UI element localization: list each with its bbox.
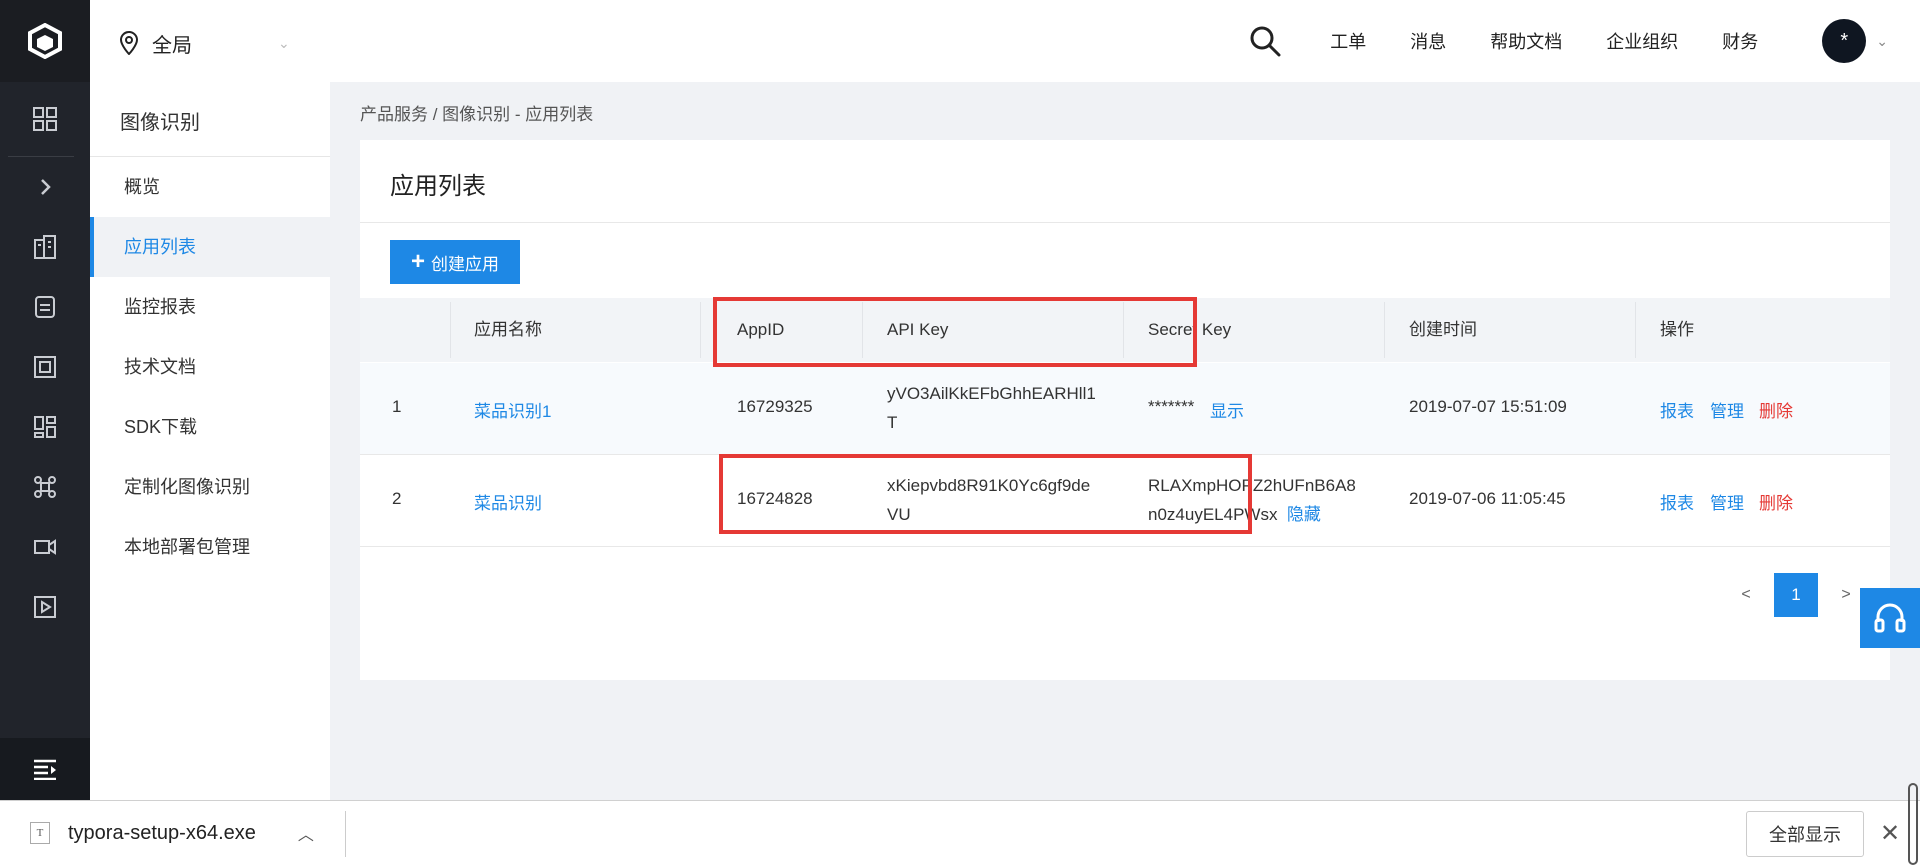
app-list-card: 应用列表 + 创建应用 应用名称 AppID API Key Secret Ke… <box>360 140 1890 680</box>
chevron-down-icon[interactable]: ⌄ <box>1876 33 1888 50</box>
scrollbar[interactable] <box>1908 783 1918 865</box>
show-secret-link[interactable]: 显示 <box>1210 397 1244 422</box>
divider <box>700 302 701 358</box>
column-header-name: 应用名称 <box>474 320 542 339</box>
manage-link[interactable]: 管理 <box>1710 489 1744 514</box>
grid-apps-icon[interactable] <box>30 104 60 134</box>
report-link[interactable]: 报表 <box>1660 397 1694 422</box>
nav-finance[interactable]: 财务 <box>1722 28 1758 54</box>
divider <box>360 222 1890 223</box>
prev-page-button[interactable]: < <box>1732 586 1760 604</box>
divider <box>1635 302 1636 358</box>
delete-link[interactable]: 删除 <box>1759 397 1793 422</box>
column-header-created: 创建时间 <box>1409 320 1477 339</box>
app-name-link[interactable]: 菜品识别 <box>474 489 542 514</box>
table-row: 1 菜品识别1 16729325 yVO3AilKkEFbGhhEARHll1T… <box>360 363 1890 455</box>
row-index: 2 <box>392 489 402 508</box>
row-index: 1 <box>392 397 402 416</box>
api-key: yVO3AilKkEFbGhhEARHll1T <box>887 384 1096 432</box>
hide-secret-link[interactable]: 隐藏 <box>1287 505 1321 524</box>
dashboard-icon[interactable] <box>30 412 60 442</box>
sidebar-item-monitoring[interactable]: 监控报表 <box>90 277 330 337</box>
page-title: 应用列表 <box>390 173 486 200</box>
database-icon[interactable] <box>30 292 60 322</box>
sidebar-title: 图像识别 <box>120 112 200 134</box>
collapse-menu-icon[interactable] <box>0 738 90 800</box>
customer-service-button[interactable] <box>1860 588 1920 648</box>
file-icon: T <box>30 822 50 844</box>
region-selector[interactable]: 全局 ⌄ <box>120 28 290 58</box>
page-number-current[interactable]: 1 <box>1774 573 1818 617</box>
create-app-button[interactable]: + 创建应用 <box>390 240 520 284</box>
building-icon[interactable] <box>30 232 60 262</box>
sidebar-item-sdk-download[interactable]: SDK下载 <box>90 397 330 457</box>
search-icon[interactable] <box>1248 24 1282 58</box>
create-app-label: 创建应用 <box>431 254 499 274</box>
frame-icon[interactable] <box>30 352 60 382</box>
sidebar-item-overview[interactable]: 概览 <box>90 157 330 217</box>
created-time: 2019-07-07 15:51:09 <box>1409 397 1567 416</box>
divider <box>450 302 451 358</box>
secret-key-masked: ******* <box>1148 397 1195 416</box>
expand-chevron-icon[interactable] <box>30 172 60 202</box>
avatar[interactable]: * <box>1822 19 1867 63</box>
download-item[interactable]: T typora-setup-x64.exe ︿ <box>30 821 314 845</box>
delete-link[interactable]: 删除 <box>1759 489 1793 514</box>
play-box-icon[interactable] <box>30 592 60 622</box>
command-icon[interactable] <box>30 472 60 502</box>
highlight-box-header <box>713 297 1197 367</box>
nav-ticket[interactable]: 工单 <box>1330 28 1366 54</box>
chevron-down-icon: ⌄ <box>278 34 290 51</box>
pagination: < 1 > <box>1732 573 1860 617</box>
divider <box>345 811 346 857</box>
product-sidebar: 图像识别 概览 应用列表 监控报表 技术文档 SDK下载 定制化图像识别 本地部… <box>90 82 330 800</box>
sidebar-item-custom-recognition[interactable]: 定制化图像识别 <box>90 457 330 517</box>
icon-sidebar <box>0 82 90 800</box>
report-link[interactable]: 报表 <box>1660 489 1694 514</box>
app-id: 16729325 <box>737 397 813 416</box>
sidebar-item-local-deploy[interactable]: 本地部署包管理 <box>90 517 330 577</box>
region-label: 全局 <box>152 34 192 57</box>
show-all-downloads-button[interactable]: 全部显示 <box>1746 811 1864 857</box>
nav-messages[interactable]: 消息 <box>1410 28 1446 54</box>
manage-link[interactable]: 管理 <box>1710 397 1744 422</box>
plus-icon: + <box>410 248 425 275</box>
breadcrumb: 产品服务 / 图像识别 - 应用列表 <box>360 105 594 124</box>
next-page-button[interactable]: > <box>1832 586 1860 604</box>
app-name-link[interactable]: 菜品识别1 <box>474 397 551 422</box>
created-time: 2019-07-06 11:05:45 <box>1409 489 1566 508</box>
divider <box>8 156 74 157</box>
close-icon[interactable]: ✕ <box>1880 819 1900 848</box>
logo[interactable] <box>0 0 90 82</box>
column-header-actions: 操作 <box>1660 320 1694 339</box>
sidebar-item-app-list[interactable]: 应用列表 <box>90 217 330 277</box>
cube-logo-icon <box>28 23 62 59</box>
sidebar-item-tech-docs[interactable]: 技术文档 <box>90 337 330 397</box>
headset-icon <box>1874 603 1906 633</box>
nav-organization[interactable]: 企业组织 <box>1606 28 1678 54</box>
divider <box>1384 302 1385 358</box>
chevron-up-icon[interactable]: ︿ <box>298 821 314 845</box>
video-camera-icon[interactable] <box>30 532 60 562</box>
download-bar: T typora-setup-x64.exe ︿ 全部显示 ✕ <box>0 783 1920 867</box>
highlight-box-row <box>719 454 1252 534</box>
location-pin-icon <box>120 31 138 55</box>
download-filename: typora-setup-x64.exe <box>68 821 256 844</box>
nav-help-docs[interactable]: 帮助文档 <box>1490 28 1562 54</box>
top-nav: 工单 消息 帮助文档 企业组织 财务 * ⌄ <box>1248 0 1920 82</box>
